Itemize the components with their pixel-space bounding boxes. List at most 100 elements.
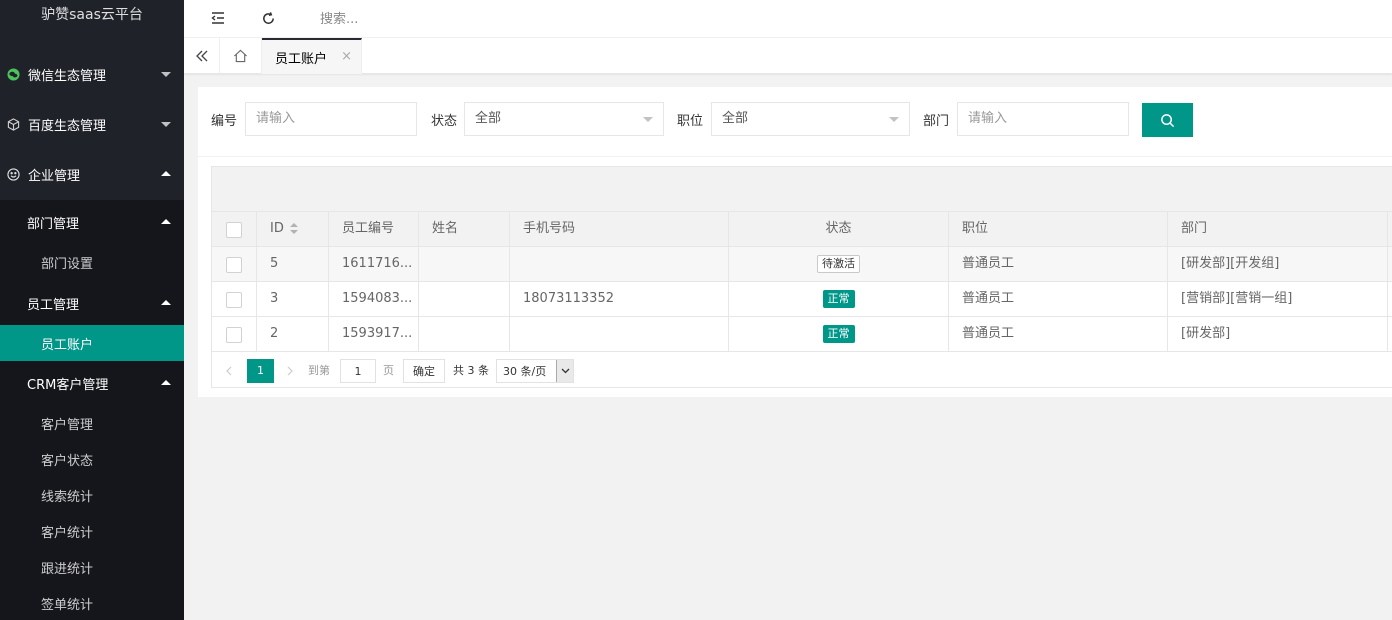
column-header-dept: 部门 (1168, 212, 1388, 246)
table-header-row: ID 员工编号 姓名 手机号码 状态 职位 部门 (212, 212, 1392, 247)
close-icon[interactable]: × (341, 49, 352, 64)
filter-label-position: 职位 (677, 114, 704, 129)
column-header-label: ID (270, 221, 284, 236)
sidebar-item-dept-settings[interactable]: 部门设置 (0, 244, 184, 280)
code-input[interactable]: 请输入 (245, 102, 417, 136)
sidebar-item-staff-management[interactable]: 员工管理 (0, 283, 184, 323)
cell-name (419, 282, 510, 316)
goto-label: 到第 (308, 364, 330, 377)
chevron-up-icon (161, 300, 171, 305)
tab-bar: 员工账户 × (184, 38, 1392, 74)
sidebar-item-label: 部门管理 (27, 216, 80, 232)
column-header-code: 员工编号 (329, 212, 419, 246)
cell-id: 2 (257, 317, 329, 351)
cell-code: 1594083... (329, 282, 419, 316)
cell-name (419, 247, 510, 281)
row-checkbox[interactable] (226, 327, 242, 343)
app-logo-title: 驴赞saas云平台 (0, 0, 184, 32)
sidebar-item-customer-status[interactable]: 客户状态 (0, 441, 184, 477)
cell-phone (510, 317, 729, 351)
row-checkbox-cell (212, 247, 257, 281)
chevron-up-icon (161, 171, 171, 176)
sidebar-item-customer-stats[interactable]: 客户统计 (0, 513, 184, 549)
wechat-icon (6, 67, 20, 81)
next-page-button[interactable] (286, 359, 294, 383)
cell-position: 普通员工 (949, 282, 1168, 316)
sidebar: 驴赞saas云平台 微信生态管理 百度生态管理 企业管理 部门管理 部门设置 员… (0, 0, 184, 620)
table-row[interactable]: 2 1593917... 正常 普通员工 [研发部] (212, 317, 1392, 352)
prev-page-button[interactable] (225, 359, 233, 383)
column-header-id[interactable]: ID (257, 212, 329, 246)
top-header: 搜索... (184, 0, 1392, 38)
refresh-icon (262, 11, 274, 24)
search-button[interactable] (1142, 103, 1193, 137)
sidebar-item-label: 百度生态管理 (28, 118, 107, 134)
cell-code: 1593917... (329, 317, 419, 351)
column-header-name: 姓名 (419, 212, 510, 246)
cell-dept: [营销部][营销一组] (1168, 282, 1388, 316)
status-badge: 正常 (822, 324, 855, 343)
column-header-phone: 手机号码 (510, 212, 729, 246)
sidebar-item-label: 企业管理 (28, 168, 81, 184)
page-1-button[interactable]: 1 (247, 359, 274, 383)
cell-dept: [研发部] (1168, 317, 1388, 351)
sidebar-item-crm[interactable]: CRM客户管理 (0, 363, 184, 403)
menu-fold-icon (211, 12, 224, 24)
sidebar-item-followup-stats[interactable]: 跟进统计 (0, 549, 184, 585)
column-header-status: 状态 (729, 212, 949, 246)
cell-position: 普通员工 (949, 317, 1168, 351)
chevron-up-icon (161, 219, 171, 224)
row-checkbox[interactable] (226, 257, 242, 273)
cell-status: 正常 (729, 282, 949, 316)
tab-staff-accounts[interactable]: 员工账户 × (262, 38, 362, 74)
status-badge: 待激活 (817, 254, 860, 273)
status-select[interactable]: 全部 (464, 102, 664, 136)
column-header-position: 职位 (949, 212, 1168, 246)
status-select-value: 全部 (475, 111, 502, 126)
chevron-right-icon (287, 366, 293, 376)
header-search-input[interactable]: 搜索... (320, 8, 358, 27)
sidebar-item-staff-accounts[interactable]: 员工账户 (0, 325, 184, 361)
tab-home[interactable] (220, 38, 262, 74)
sidebar-item-enterprise[interactable]: 企业管理 (0, 149, 184, 199)
sidebar-item-label: CRM客户管理 (27, 377, 109, 393)
status-badge: 正常 (822, 289, 855, 308)
table-row[interactable]: 3 1594083... 18073113352 正常 普通员工 [营销部][营… (212, 282, 1392, 317)
table-row[interactable]: 5 1611716... 待激活 普通员工 [研发部][开发组] (212, 247, 1392, 282)
dropdown-arrow-icon (556, 360, 573, 382)
tabs-scroll-left-button[interactable] (184, 38, 220, 74)
staff-table: ID 员工编号 姓名 手机号码 状态 职位 部门 5 1611716... 待激… (211, 166, 1392, 388)
chevron-up-icon (161, 380, 171, 385)
cell-name (419, 317, 510, 351)
select-all-checkbox[interactable] (226, 222, 242, 238)
position-select[interactable]: 全部 (711, 102, 910, 136)
dept-input[interactable]: 请输入 (957, 102, 1129, 136)
refresh-button[interactable] (255, 6, 281, 30)
sidebar-item-customer-management[interactable]: 客户管理 (0, 405, 184, 441)
filter-label-dept: 部门 (923, 114, 950, 129)
chevron-down-icon (161, 122, 171, 127)
cell-status: 正常 (729, 317, 949, 351)
sort-icon[interactable] (289, 222, 298, 235)
page-size-select[interactable]: 30 条/页 (496, 359, 574, 383)
page-size-value: 30 条/页 (503, 365, 547, 378)
menu-fold-button[interactable] (205, 6, 231, 30)
sidebar-item-baidu[interactable]: 百度生态管理 (0, 99, 184, 149)
sidebar-item-deal-stats[interactable]: 签单统计 (0, 585, 184, 620)
row-checkbox-cell (212, 282, 257, 316)
sidebar-item-lead-stats[interactable]: 线索统计 (0, 477, 184, 513)
sidebar-item-dept-management[interactable]: 部门管理 (0, 202, 184, 242)
cell-position: 普通员工 (949, 247, 1168, 281)
header-checkbox-cell (212, 212, 257, 246)
chevron-down-icon (161, 72, 171, 77)
sidebar-item-wechat[interactable]: 微信生态管理 (0, 49, 184, 99)
cell-phone: 18073113352 (510, 282, 729, 316)
total-count: 共 3 条 (453, 364, 489, 377)
dropdown-arrow-icon (643, 117, 653, 122)
table-toolbar (212, 167, 1392, 212)
goto-page-input[interactable]: 1 (340, 359, 376, 383)
cell-id: 5 (257, 247, 329, 281)
row-checkbox[interactable] (226, 292, 242, 308)
cube-icon (6, 117, 20, 131)
goto-confirm-button[interactable]: 确定 (403, 359, 445, 383)
